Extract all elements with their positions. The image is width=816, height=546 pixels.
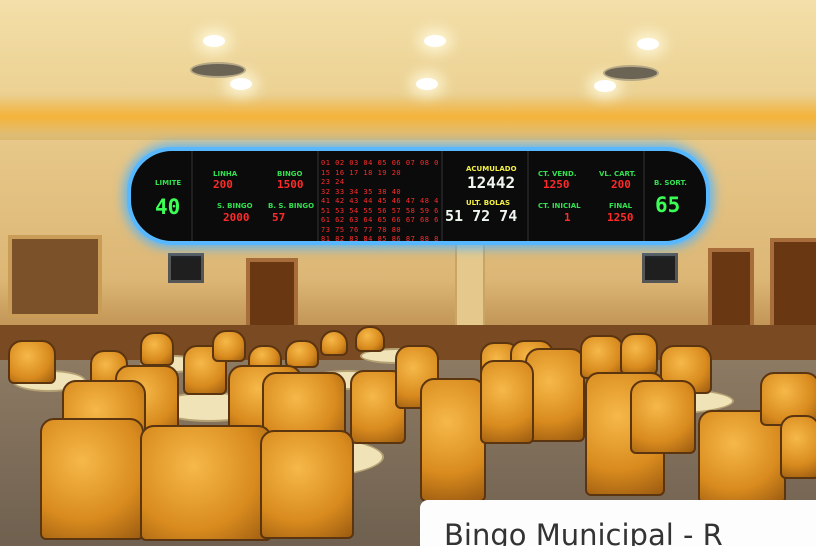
pillar (455, 240, 485, 335)
ceiling-cove-light (0, 95, 816, 135)
ct-vend-value: 1250 (543, 178, 570, 191)
photo-caption: Bingo Municipal - R (420, 500, 816, 546)
chair (780, 415, 816, 479)
ct-inicial-label: CT. INICIAL (538, 202, 581, 210)
final-label: FINAL (609, 202, 633, 210)
chair (285, 340, 319, 368)
s-bingo-value: 2000 (223, 211, 250, 224)
limite-value: 40 (155, 195, 181, 219)
chair (8, 340, 56, 384)
chair (140, 425, 272, 541)
ceiling-light (203, 35, 225, 47)
board-divider (643, 151, 645, 241)
final-value: 1250 (607, 211, 634, 224)
ct-inicial-value: 1 (564, 211, 571, 224)
numbers-row: 32 33 34 35 38 40 (321, 187, 402, 196)
chair (620, 333, 658, 375)
chair (140, 332, 174, 366)
chair (40, 418, 144, 540)
chair (355, 326, 385, 352)
linha-label: LINHA (213, 170, 238, 178)
air-vent (603, 65, 659, 81)
b-s-bingo-label: B. S. BINGO (268, 202, 315, 210)
board-divider (441, 151, 443, 241)
vl-cart-value: 200 (611, 178, 631, 191)
b-sort-label: B. SORT. (654, 179, 687, 187)
ult-bolas-values: 51 72 74 (445, 207, 518, 225)
wall-tv (642, 253, 678, 283)
numbers-row: 81 82 83 84 85 86 87 88 89 90 (321, 235, 439, 243)
chair (260, 430, 354, 539)
numbers-row: 73 75 76 77 78 80 (321, 225, 402, 234)
air-vent (190, 62, 246, 78)
chair (525, 348, 585, 442)
ceiling-light (594, 80, 616, 92)
numbers-row: 23 24 (321, 178, 345, 186)
wall-tv (168, 253, 204, 283)
numbers-row: 15 16 17 18 19 20 (321, 168, 402, 177)
board-divider (317, 151, 319, 241)
b-sort-value: 65 (655, 193, 681, 217)
board-divider (527, 151, 529, 241)
linha-value: 200 (213, 178, 233, 191)
chair (630, 380, 696, 454)
s-bingo-label: S. BINGO (217, 202, 253, 210)
ceiling-light (230, 78, 252, 90)
ceiling-light (637, 38, 659, 50)
ceiling-light (416, 78, 438, 90)
ult-bolas-label: ULT. BOLAS (466, 199, 510, 207)
acumulado-label: ACUMULADO (466, 165, 517, 173)
chair (420, 378, 486, 502)
limite-label: LIMITE (155, 179, 182, 187)
called-numbers-grid: 01 02 03 04 05 06 07 08 09 10 15 16 17 1… (321, 159, 439, 243)
bingo-scoreboard: LIMITE 40 LINHA 200 BINGO 1500 S. BINGO … (127, 147, 710, 245)
bingo-hall-photo: LIMITE 40 LINHA 200 BINGO 1500 S. BINGO … (0, 0, 816, 546)
chair (480, 360, 534, 444)
ct-vend-label: CT. VEND. (538, 170, 577, 178)
b-s-bingo-value: 57 (272, 211, 286, 224)
bingo-label: BINGO (277, 170, 303, 178)
chair (320, 330, 348, 356)
bingo-value: 1500 (277, 178, 304, 191)
caption-text: Bingo Municipal - R (444, 518, 723, 546)
vl-cart-label: VL. CART. (599, 170, 636, 178)
wall-mirror (8, 235, 102, 318)
ceiling-light (424, 35, 446, 47)
acumulado-value: 12442 (467, 173, 516, 192)
chair (212, 330, 246, 362)
board-divider (191, 151, 193, 241)
numbers-row: 01 02 03 04 05 06 07 08 09 10 (321, 159, 439, 167)
numbers-row: 51 53 54 55 56 57 58 59 60 (321, 206, 439, 215)
numbers-row: 61 62 63 64 65 66 67 68 69 70 (321, 216, 439, 224)
numbers-row: 41 42 43 44 45 46 47 48 49 50 (321, 197, 439, 205)
